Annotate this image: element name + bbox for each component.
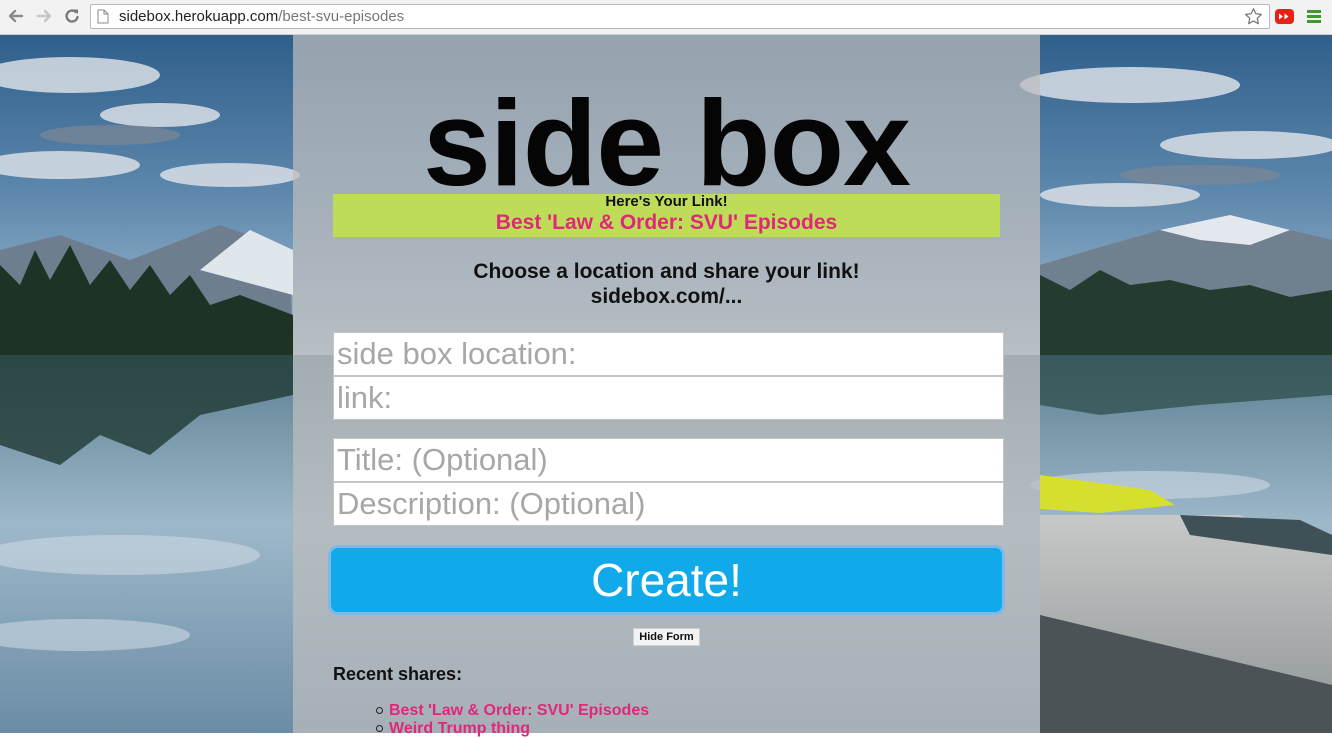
link-input[interactable]	[333, 376, 1004, 420]
url-path: /best-svu-episodes	[278, 8, 405, 25]
link-banner: Here's Your Link! Best 'Law & Order: SVU…	[333, 194, 1000, 237]
title-input[interactable]	[333, 438, 1004, 482]
hide-form-button[interactable]: Hide Form	[633, 628, 700, 646]
recent-share-link[interactable]: Best 'Law & Order: SVU' Episodes	[389, 702, 649, 720]
site-logo: side box	[423, 75, 911, 211]
address-bar[interactable]: sidebox.herokuapp.com/best-svu-episodes	[90, 4, 1270, 29]
instruction-text: Choose a location and share your link! s…	[293, 259, 1040, 309]
youtube-icon[interactable]	[1275, 9, 1294, 24]
recent-shares-heading: Recent shares:	[333, 664, 463, 684]
star-icon[interactable]	[1244, 7, 1263, 26]
url-text[interactable]: sidebox.herokuapp.com/best-svu-episodes	[119, 8, 404, 25]
bullet-icon	[376, 725, 383, 732]
url-host: sidebox.herokuapp.com	[119, 8, 279, 25]
page-icon	[97, 9, 109, 24]
recent-share-link[interactable]: Weird Trump thing	[389, 720, 530, 738]
banner-link[interactable]: Best 'Law & Order: SVU' Episodes	[333, 211, 1000, 235]
back-arrow-icon[interactable]	[6, 6, 26, 26]
browser-toolbar: sidebox.herokuapp.com/best-svu-episodes	[0, 0, 1332, 35]
instruction-line: Choose a location and share your link!	[473, 260, 860, 283]
url-prefix-text: sidebox.com/...	[590, 285, 743, 308]
description-input[interactable]	[333, 482, 1004, 526]
create-button[interactable]: Create!	[331, 548, 1002, 612]
menu-icon[interactable]	[1307, 9, 1321, 24]
forward-arrow-icon[interactable]	[34, 6, 54, 26]
main-panel: side box Here's Your Link! Best 'Law & O…	[293, 35, 1040, 737]
bullet-icon	[376, 707, 383, 714]
banner-title: Here's Your Link!	[605, 193, 728, 210]
location-input[interactable]	[333, 332, 1004, 376]
reload-icon[interactable]	[62, 6, 82, 26]
